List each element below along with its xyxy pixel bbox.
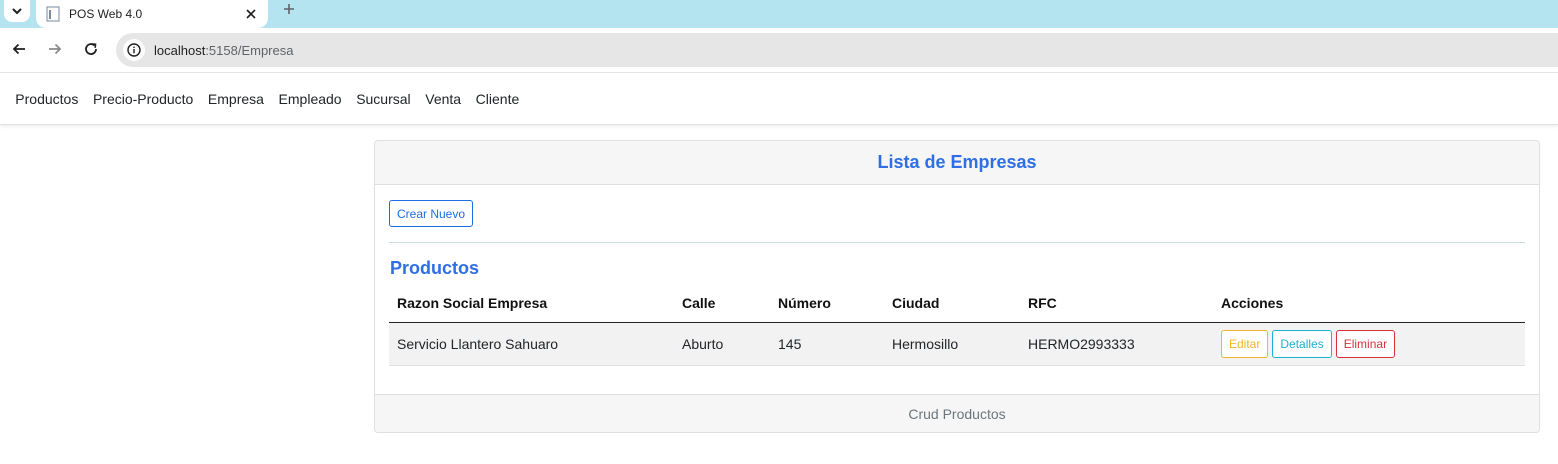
nav-link-precio-producto[interactable]: Precio-Producto	[86, 91, 201, 107]
column-header-rfc: RFC	[1020, 285, 1213, 323]
cell-ciudad: Hermosillo	[884, 322, 1020, 366]
url-path: :5158/Empresa	[205, 42, 294, 58]
nav-link-sucursal[interactable]: Sucursal	[349, 91, 418, 107]
column-header-razon-social: Razon Social Empresa	[389, 285, 674, 323]
divider	[389, 242, 1525, 243]
page-favicon-icon	[46, 6, 60, 22]
forward-arrow-icon[interactable]	[43, 37, 67, 61]
site-info-icon[interactable]	[123, 39, 145, 61]
cell-numero: 145	[770, 322, 884, 366]
close-tab-icon[interactable]	[238, 4, 264, 24]
card-header: Lista de Empresas	[375, 141, 1539, 185]
delete-button[interactable]: Eliminar	[1335, 329, 1396, 358]
new-tab-plus-icon[interactable]	[278, 0, 300, 18]
browser-toolbar: localhost:5158/Empresa	[0, 28, 1558, 73]
column-header-ciudad: Ciudad	[884, 285, 1020, 323]
nav-link-cliente[interactable]: Cliente	[468, 91, 526, 107]
url-host: localhost	[154, 42, 206, 58]
tab-title: POS Web 4.0	[69, 7, 143, 21]
nav-link-productos[interactable]: Productos	[8, 91, 86, 107]
nav-link-empresa[interactable]: Empresa	[201, 91, 272, 107]
create-new-button[interactable]: Crear Nuevo	[389, 200, 474, 227]
table-header-row: Razon Social Empresa Calle Número Ciudad…	[389, 285, 1525, 323]
reload-icon[interactable]	[79, 37, 103, 61]
section-title: Productos	[390, 258, 480, 278]
details-button[interactable]: Detalles	[1272, 329, 1332, 358]
browser-tab-active[interactable]: POS Web 4.0	[36, 0, 268, 28]
address-bar[interactable]: localhost:5158/Empresa	[116, 33, 1558, 67]
column-header-calle: Calle	[674, 285, 770, 323]
column-header-acciones: Acciones	[1213, 285, 1525, 323]
cell-calle: Aburto	[674, 322, 770, 366]
column-header-numero: Número	[770, 285, 884, 323]
browser-tab-strip: POS Web 4.0	[0, 0, 1558, 28]
row-actions: Editar Detalles Eliminar	[1221, 329, 1525, 358]
cell-razon-social: Servicio Llantero Sahuaro	[389, 322, 674, 366]
edit-button[interactable]: Editar	[1221, 329, 1269, 358]
card-body: Crear Nuevo Productos Razon Social Empre…	[375, 185, 1539, 395]
cell-acciones: Editar Detalles Eliminar	[1213, 322, 1525, 366]
cell-rfc: HERMO2993333	[1020, 322, 1213, 366]
app-navbar: Productos Precio-Producto Empresa Emplea…	[0, 74, 1558, 125]
tab-search-button[interactable]	[4, 0, 30, 22]
nav-link-venta[interactable]: Venta	[418, 91, 468, 107]
card-footer: Crud Productos	[375, 394, 1539, 432]
empresas-card: Lista de Empresas Crear Nuevo Productos …	[374, 140, 1540, 433]
card-title: Lista de Empresas	[877, 152, 1037, 172]
chevron-down-icon	[12, 8, 22, 15]
back-arrow-icon[interactable]	[7, 37, 31, 61]
empresas-table: Razon Social Empresa Calle Número Ciudad…	[389, 285, 1525, 366]
nav-link-empleado[interactable]: Empleado	[271, 91, 349, 107]
url-text: localhost:5158/Empresa	[154, 43, 293, 58]
table-row: Servicio Llantero Sahuaro Aburto 145 Her…	[389, 322, 1525, 366]
